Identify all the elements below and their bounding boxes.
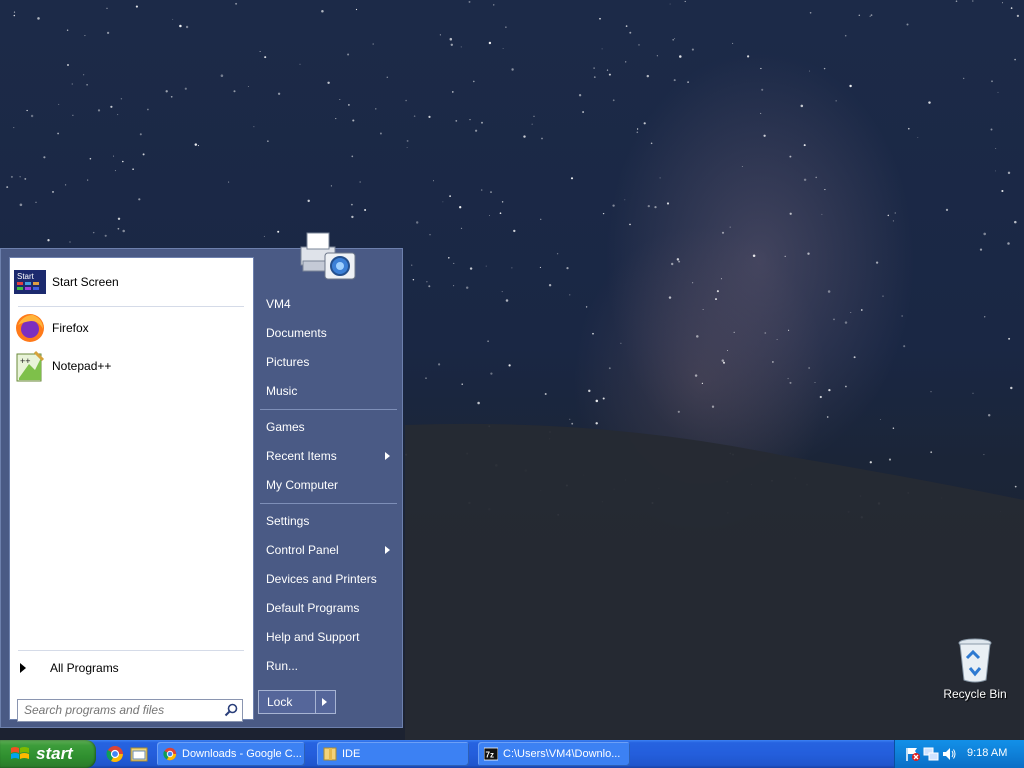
menu-item-control-panel[interactable]: Control Panel [258, 538, 398, 562]
lock-options-arrow-icon[interactable] [322, 698, 327, 706]
volume-icon[interactable] [941, 746, 957, 762]
menu-item-run[interactable]: Run... [258, 654, 398, 678]
system-tray: 9:18 AM [894, 740, 1024, 768]
task-ide-folder[interactable]: IDE [317, 742, 469, 766]
submenu-arrow-icon [385, 452, 390, 460]
network-icon[interactable] [923, 746, 939, 762]
svg-text:7z: 7z [486, 751, 494, 760]
recycle-bin-label: Recycle Bin [943, 687, 1007, 701]
user-picture-icon [300, 232, 356, 280]
menu-item-label: Help and Support [266, 630, 360, 644]
task-label: Downloads - Google C... [182, 748, 302, 760]
task-7zip[interactable]: 7z C:\Users\VM4\Downlo... [478, 742, 630, 766]
left-separator [18, 650, 244, 651]
menu-item-label: Devices and Printers [266, 572, 377, 586]
chrome-quicklaunch-icon[interactable] [106, 745, 124, 763]
menu-item-label: VM4 [266, 297, 291, 311]
left-separator [18, 306, 244, 307]
pinned-label: Notepad++ [52, 359, 112, 373]
folder-icon [323, 747, 337, 761]
menu-item-devices-and-printers[interactable]: Devices and Printers [258, 567, 398, 591]
recycle-bin[interactable]: Recycle Bin [940, 636, 1010, 701]
lock-button[interactable]: Lock [258, 690, 336, 714]
pinned-notepad-plus-plus[interactable]: ++ Notepad++ [14, 348, 111, 384]
7zip-icon: 7z [484, 747, 498, 761]
menu-item-pictures[interactable]: Pictures [258, 350, 398, 374]
start-menu-left-pane: Start Start Screen Firefox ++ Notepad++ … [9, 257, 254, 722]
menu-item-label: Default Programs [266, 601, 360, 615]
task-chrome-downloads[interactable]: Downloads - Google C... [157, 742, 305, 766]
lock-label: Lock [267, 695, 293, 709]
svg-text:Start: Start [17, 272, 35, 281]
submenu-arrow-icon [385, 546, 390, 554]
search-input[interactable] [18, 700, 226, 720]
pinned-label: Start Screen [52, 275, 119, 289]
start-label: start [36, 744, 73, 763]
menu-item-label: Control Panel [266, 543, 339, 557]
menu-item-label: Settings [266, 514, 310, 528]
menu-item-label: Recent Items [266, 449, 337, 463]
start-button[interactable]: start [0, 740, 96, 768]
menu-item-label: Games [266, 420, 305, 434]
right-separator [260, 503, 397, 504]
search-box[interactable] [17, 699, 243, 722]
windows-logo-icon [11, 747, 29, 759]
pinned-label: Firefox [52, 321, 89, 335]
chrome-icon [163, 747, 177, 761]
menu-item-label: Run... [266, 659, 299, 673]
triangle-right-icon [20, 663, 26, 673]
menu-item-label: Pictures [266, 355, 310, 369]
action-center-flag-icon[interactable] [905, 746, 921, 762]
clock[interactable]: 9:18 AM [967, 747, 1007, 759]
menu-item-default-programs[interactable]: Default Programs [258, 596, 398, 620]
right-separator [260, 409, 397, 410]
svg-text:++: ++ [20, 356, 31, 366]
recycle-bin-icon [958, 638, 992, 683]
all-programs-label: All Programs [50, 661, 119, 675]
menu-item-label: Music [266, 384, 298, 398]
menu-item-music[interactable]: Music [258, 379, 398, 403]
menu-item-recent-items[interactable]: Recent Items [258, 444, 398, 468]
menu-item-games[interactable]: Games [258, 415, 398, 439]
firefox-icon [14, 312, 46, 344]
pinned-start-screen[interactable]: Start Start Screen [14, 264, 119, 300]
menu-item-vm4[interactable]: VM4 [258, 292, 398, 316]
search-icon[interactable] [224, 703, 238, 717]
menu-item-label: Documents [266, 326, 327, 340]
pinned-firefox[interactable]: Firefox [14, 310, 89, 346]
task-label: C:\Users\VM4\Downlo... [503, 748, 621, 760]
menu-item-label: My Computer [266, 478, 339, 492]
lock-divider [315, 691, 316, 713]
start-screen-icon: Start [14, 266, 46, 298]
explorer-quicklaunch-icon[interactable] [130, 745, 148, 763]
menu-item-settings[interactable]: Settings [258, 509, 398, 533]
task-label: IDE [342, 748, 361, 760]
menu-item-help-and-support[interactable]: Help and Support [258, 625, 398, 649]
notepad-plus-plus-icon: ++ [14, 350, 46, 382]
all-programs-button[interactable]: All Programs [20, 658, 119, 678]
menu-item-documents[interactable]: Documents [258, 321, 398, 345]
menu-item-my-computer[interactable]: My Computer [258, 473, 398, 497]
taskbar: start Downloads - Google C... IDE 7z C:\… [0, 740, 1024, 768]
